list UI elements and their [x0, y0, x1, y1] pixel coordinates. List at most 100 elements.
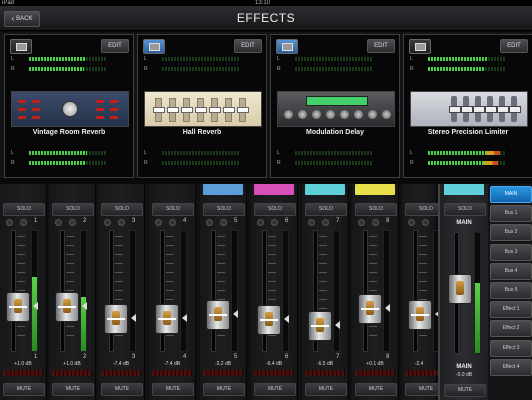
main-label: MAIN: [456, 220, 472, 226]
effect-slot-icon[interactable]: [143, 39, 165, 54]
effect-plugin-image[interactable]: [410, 91, 528, 127]
channel-color-tab[interactable]: [355, 184, 395, 195]
channel-color-tab[interactable]: [254, 184, 294, 195]
level-meter: [162, 57, 240, 61]
effect-slot-icon[interactable]: [276, 39, 298, 54]
bus-nav-button[interactable]: Effect 2: [490, 320, 532, 338]
scale-tick: [369, 326, 377, 327]
effect-plugin-image[interactable]: [11, 91, 129, 127]
led-icon: [18, 100, 26, 103]
channel-color-tab[interactable]: [203, 184, 243, 195]
effect-name: Stereo Precision Limiter: [427, 129, 509, 136]
solo-button[interactable]: SOLO: [305, 203, 347, 216]
channel-label: R: [410, 160, 414, 166]
mute-button[interactable]: MUTE: [152, 383, 194, 396]
level-meter: [428, 161, 506, 165]
bus-nav-button[interactable]: Effect 3: [490, 339, 532, 357]
clip-indicator: [152, 370, 192, 376]
channel-fader[interactable]: [358, 294, 382, 324]
channel-number-bottom: 6: [285, 354, 289, 360]
channel-fader[interactable]: [308, 310, 332, 341]
bus-nav-button[interactable]: Bus 4: [490, 262, 532, 280]
solo-button[interactable]: SOLO: [52, 203, 94, 216]
main-db-readout: -0.0 dB: [455, 372, 473, 378]
channel-level-meter: [282, 230, 289, 352]
mute-button[interactable]: MUTE: [355, 383, 397, 396]
main-label-bottom: MAIN: [456, 364, 472, 370]
clip-indicator: [254, 370, 294, 376]
effect-plugin-image[interactable]: [144, 91, 262, 127]
channel-fader[interactable]: [408, 300, 432, 330]
channel-strip: SOLO 8 8 +0.1 dB MUTE: [352, 184, 399, 400]
bus-nav-button[interactable]: Effect 1: [490, 301, 532, 319]
channel-label: R: [144, 160, 148, 166]
scale-tick: [419, 245, 427, 246]
solo-button[interactable]: SOLO: [152, 203, 194, 216]
scale-tick: [66, 236, 74, 237]
scale-tick: [217, 263, 225, 264]
level-meter: [162, 67, 240, 71]
scale-tick: [369, 290, 377, 291]
bus-nav-button[interactable]: Bus 3: [490, 243, 532, 261]
effect-slot-icon[interactable]: [409, 39, 431, 54]
solo-button[interactable]: SOLO: [3, 203, 45, 216]
solo-button[interactable]: SOLO: [254, 203, 296, 216]
fader-track: [363, 230, 368, 352]
edit-button[interactable]: EDIT: [500, 39, 528, 53]
bus-nav-button[interactable]: MAIN: [490, 186, 532, 203]
channel-label: L: [410, 56, 413, 62]
channel-number: 3: [132, 218, 136, 224]
slider-icon: [223, 98, 235, 122]
solo-button[interactable]: SOLO: [203, 203, 245, 216]
bus-nav-button[interactable]: Effect 4: [490, 358, 532, 376]
channel-fader[interactable]: [257, 304, 281, 335]
channel-label: R: [144, 66, 148, 72]
level-meter: [162, 161, 240, 165]
mute-button[interactable]: MUTE: [305, 383, 347, 396]
channel-label: L: [277, 56, 280, 62]
mute-button[interactable]: MUTE: [254, 383, 296, 396]
bus-nav-button[interactable]: Bus 2: [490, 224, 532, 242]
effect-slot: EDIT L R L R Hall Reverb: [137, 34, 267, 178]
main-fader[interactable]: [448, 274, 472, 304]
scale-tick: [419, 290, 427, 291]
edit-button[interactable]: EDIT: [234, 39, 262, 53]
channel-fader[interactable]: [155, 303, 179, 334]
main-mute-button[interactable]: MUTE: [444, 384, 486, 397]
edit-button[interactable]: EDIT: [367, 39, 395, 53]
led-icon: [96, 108, 104, 111]
scale-tick: [166, 254, 174, 255]
slider-icon: [209, 98, 221, 122]
effect-plugin-image[interactable]: [277, 91, 395, 127]
effect-slot: EDIT L R L R Stereo Precision Limiter: [403, 34, 532, 178]
channel-fader[interactable]: [206, 300, 230, 330]
channel-fader[interactable]: [104, 303, 128, 334]
knob-icon: [284, 110, 293, 119]
scale-tick: [17, 272, 25, 273]
slider-icon: [153, 98, 165, 122]
channel-number: 4: [183, 218, 187, 224]
knob-icon: [312, 110, 321, 119]
solo-button[interactable]: SOLO: [101, 203, 143, 216]
scale-tick: [17, 263, 25, 264]
back-button[interactable]: ‹ BACK: [4, 11, 40, 27]
mute-button[interactable]: MUTE: [3, 383, 45, 396]
edit-button[interactable]: EDIT: [101, 39, 129, 53]
scale-tick: [217, 245, 225, 246]
mute-button[interactable]: MUTE: [101, 383, 143, 396]
clip-indicator: [3, 370, 43, 376]
db-readout: -6.5 dB: [316, 361, 334, 367]
fader-icon: [449, 96, 461, 122]
scale-tick: [115, 281, 123, 282]
channel-color-tab[interactable]: [305, 184, 345, 195]
mute-button[interactable]: MUTE: [52, 383, 94, 396]
mute-button[interactable]: MUTE: [203, 383, 245, 396]
effect-slot-icon[interactable]: [10, 39, 32, 54]
bus-nav-button[interactable]: Bus 5: [490, 282, 532, 299]
main-solo-button[interactable]: SOLO: [444, 203, 486, 216]
scale-tick: [419, 335, 427, 336]
channel-fader[interactable]: [55, 291, 79, 322]
solo-button[interactable]: SOLO: [355, 203, 397, 216]
channel-fader[interactable]: [6, 291, 30, 322]
bus-nav-button[interactable]: Bus 1: [490, 205, 532, 223]
